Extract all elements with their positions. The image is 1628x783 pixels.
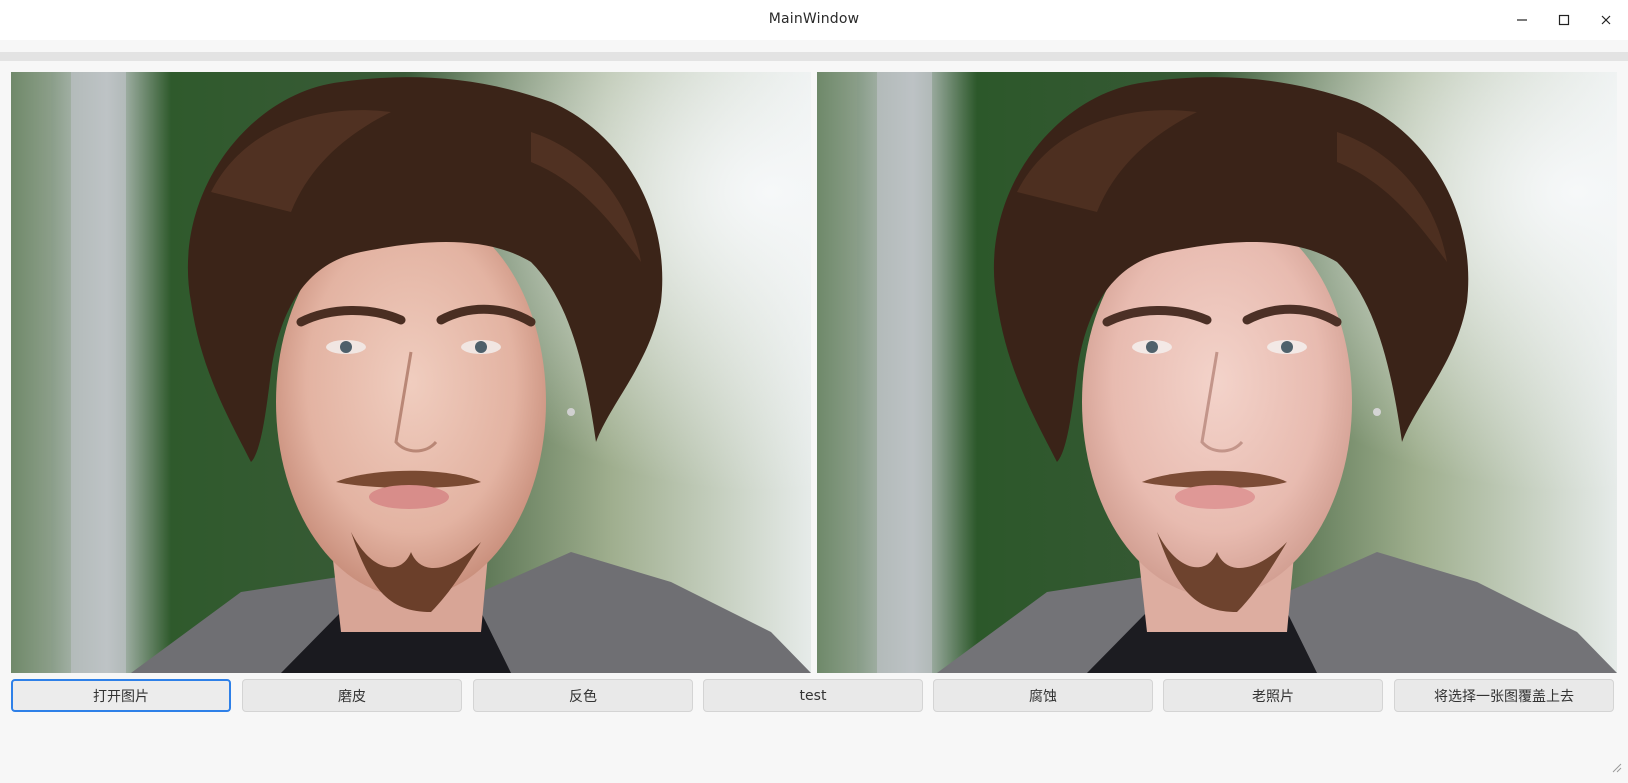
- overlay-image-button[interactable]: 将选择一张图覆盖上去: [1394, 679, 1614, 712]
- processed-photo: [817, 72, 1617, 673]
- processed-image-view: [817, 72, 1617, 673]
- close-button[interactable]: [1592, 6, 1620, 34]
- original-image-view: [11, 72, 811, 673]
- minimize-button[interactable]: [1508, 6, 1536, 34]
- original-photo: [11, 72, 811, 673]
- title-bar: MainWindow: [0, 0, 1628, 40]
- minimize-icon: [1517, 19, 1527, 21]
- skin-smoothing-button[interactable]: 磨皮: [242, 679, 462, 712]
- close-icon: [1601, 15, 1611, 25]
- open-image-button[interactable]: 打开图片: [11, 679, 231, 712]
- resize-grip-icon[interactable]: [1610, 758, 1622, 777]
- erode-button[interactable]: 腐蚀: [933, 679, 1153, 712]
- maximize-icon: [1558, 14, 1570, 26]
- main-window: MainWindow 打开图片 磨皮 反色 test 腐蚀 老照片 将选择一张图…: [0, 0, 1628, 783]
- maximize-button[interactable]: [1550, 6, 1578, 34]
- window-title: MainWindow: [768, 11, 860, 27]
- old-photo-button[interactable]: 老照片: [1163, 679, 1383, 712]
- invert-color-button[interactable]: 反色: [473, 679, 693, 712]
- test-button[interactable]: test: [703, 679, 923, 712]
- toolbar-strip: [0, 52, 1628, 61]
